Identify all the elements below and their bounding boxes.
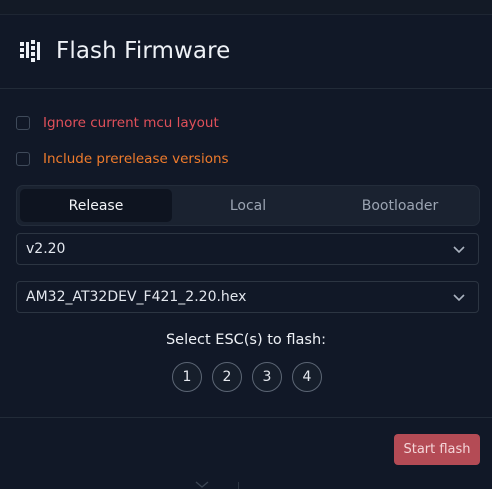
bottom-divider: [238, 482, 239, 489]
esc-button-3[interactable]: 3: [252, 362, 282, 392]
source-tabs: Release Local Bootloader: [16, 185, 480, 226]
tab-local[interactable]: Local: [172, 189, 324, 222]
tab-bootloader[interactable]: Bootloader: [324, 189, 476, 222]
include-prerelease-option[interactable]: Include prerelease versions: [16, 150, 229, 168]
include-prerelease-checkbox[interactable]: [16, 152, 30, 166]
footer-divider: [0, 417, 492, 418]
chevron-down-icon: [453, 246, 465, 254]
ignore-layout-label[interactable]: Ignore current mcu layout: [43, 115, 219, 131]
grid-bars-icon: [20, 40, 40, 62]
panel-header: Flash Firmware: [0, 15, 492, 89]
version-select[interactable]: v2.20: [16, 233, 479, 265]
esc-button-4[interactable]: 4: [292, 362, 322, 392]
include-prerelease-label[interactable]: Include prerelease versions: [43, 151, 229, 167]
version-select-value: v2.20: [26, 241, 66, 257]
flash-firmware-panel: Flash Firmware Ignore current mcu layout…: [0, 15, 492, 489]
ignore-layout-option[interactable]: Ignore current mcu layout: [16, 114, 219, 132]
firmware-file-value: AM32_AT32DEV_F421_2.20.hex: [26, 289, 247, 305]
firmware-file-select[interactable]: AM32_AT32DEV_F421_2.20.hex: [16, 281, 479, 313]
esc-button-2[interactable]: 2: [212, 362, 242, 392]
esc-button-1[interactable]: 1: [172, 362, 202, 392]
chevron-down-icon: [453, 294, 465, 302]
top-strip: [0, 0, 492, 15]
ignore-layout-checkbox[interactable]: [16, 116, 30, 130]
tab-release[interactable]: Release: [20, 189, 172, 222]
page-title: Flash Firmware: [56, 38, 231, 64]
start-flash-button[interactable]: Start flash: [394, 434, 480, 465]
chevron-down-icon: [195, 481, 209, 488]
esc-select-label: Select ESC(s) to flash:: [165, 332, 327, 348]
